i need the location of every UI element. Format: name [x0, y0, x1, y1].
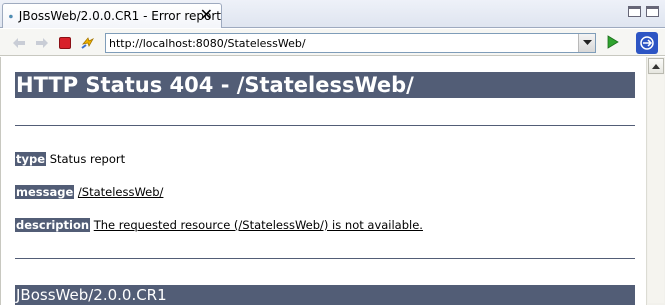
type-value: Status report: [49, 152, 126, 166]
forward-arrow-icon: [36, 38, 48, 48]
vertical-scrollbar[interactable]: [646, 57, 665, 305]
scroll-up-button[interactable]: [648, 58, 664, 74]
description-label: description: [15, 218, 91, 232]
refresh-button[interactable]: [79, 34, 97, 52]
message-value: /StatelessWeb/: [77, 185, 164, 199]
forward-button[interactable]: [33, 34, 51, 52]
refresh-icon: [81, 37, 95, 49]
type-row: type Status report: [15, 152, 125, 167]
close-icon[interactable]: ✕: [200, 6, 213, 24]
globe-icon: [9, 14, 13, 18]
back-button[interactable]: [10, 34, 28, 52]
chevron-down-icon: [582, 40, 592, 45]
tab-bar: JBossWeb/2.0.0.CR1 - Error report ✕: [0, 0, 665, 28]
go-button[interactable]: [606, 35, 620, 54]
scrollbar-track[interactable]: [648, 75, 664, 303]
maximize-icon[interactable]: [646, 6, 659, 17]
stop-icon: [59, 37, 71, 49]
sidebar-icon: [640, 36, 654, 50]
type-label: type: [15, 152, 47, 166]
description-row: description The requested resource (/Sta…: [15, 218, 423, 233]
sidebar-button[interactable]: [636, 32, 658, 54]
minimize-icon[interactable]: [628, 6, 641, 17]
message-label: message: [15, 185, 75, 199]
browser-toolbar: [0, 29, 665, 56]
page-viewport: HTTP Status 404 - /StatelessWeb/ type St…: [0, 57, 646, 305]
url-dropdown-button[interactable]: [578, 34, 595, 52]
server-footer: JBossWeb/2.0.0.CR1: [15, 285, 635, 305]
chevron-up-icon: [652, 63, 660, 69]
divider: [15, 125, 635, 126]
back-arrow-icon: [13, 38, 25, 48]
go-icon: [607, 35, 619, 49]
tab-error-report[interactable]: JBossWeb/2.0.0.CR1 - Error report ✕: [2, 3, 222, 28]
address-bar[interactable]: [105, 33, 596, 53]
divider: [15, 258, 635, 259]
page-title: HTTP Status 404 - /StatelessWeb/: [15, 72, 635, 98]
description-value: The requested resource (/StatelessWeb/) …: [93, 218, 423, 232]
tab-title: JBossWeb/2.0.0.CR1 - Error report: [18, 9, 221, 23]
message-row: message /StatelessWeb/: [15, 185, 163, 200]
stop-button[interactable]: [56, 34, 74, 52]
url-input[interactable]: [106, 34, 576, 52]
